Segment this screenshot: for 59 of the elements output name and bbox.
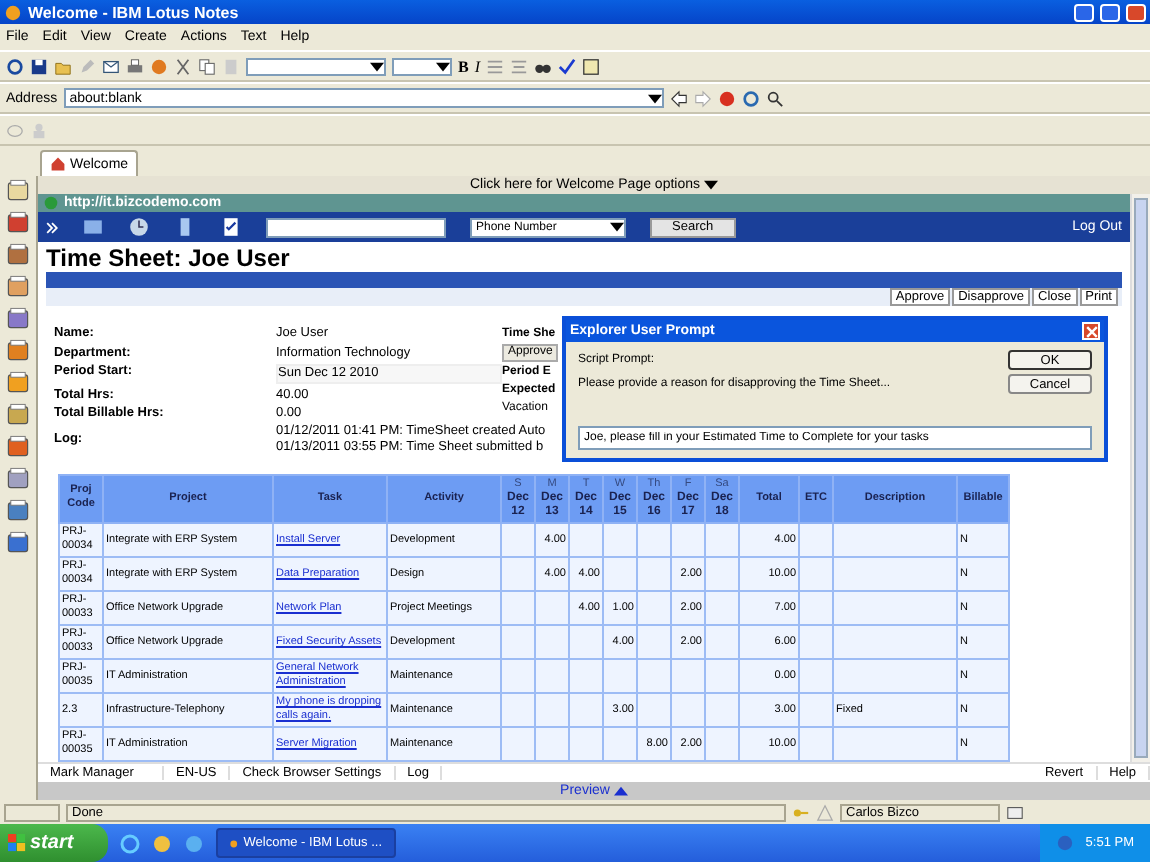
caret-icon [610, 222, 624, 233]
caret-icon [647, 93, 662, 103]
notebook-icon[interactable] [6, 306, 30, 330]
notebook-icon[interactable] [6, 210, 30, 234]
notebook-icon[interactable] [6, 338, 30, 362]
copy-icon[interactable] [198, 57, 216, 75]
back-arrow-icon[interactable] [669, 89, 688, 107]
printer-icon[interactable] [126, 57, 144, 75]
caret-icon [370, 61, 384, 71]
browser-icon[interactable] [120, 833, 140, 853]
table-cell [833, 556, 957, 591]
window-icon[interactable] [582, 57, 601, 75]
notebook-icon[interactable] [6, 178, 30, 202]
minimize-button[interactable] [1074, 3, 1094, 21]
caret-icon [436, 61, 450, 71]
stop-icon[interactable] [717, 89, 736, 107]
refresh-icon[interactable] [741, 89, 760, 107]
search-icon[interactable] [765, 89, 784, 107]
app-logo-icon [4, 3, 22, 21]
status-cell [4, 803, 60, 821]
notebook-icon[interactable] [6, 466, 30, 490]
refresh-icon[interactable] [6, 57, 24, 75]
notebook-icon[interactable] [6, 530, 30, 554]
restore-button[interactable] [1100, 3, 1120, 21]
app-logo-icon [230, 835, 238, 851]
save-icon[interactable] [30, 57, 48, 75]
check-icon[interactable] [558, 57, 577, 75]
notebook-icon[interactable] [6, 434, 30, 458]
size-dropdown[interactable] [392, 57, 452, 75]
scrollbar[interactable] [1130, 194, 1150, 762]
table-cell [833, 624, 957, 659]
italic-button[interactable]: I [474, 57, 481, 75]
search-field[interactable] [266, 217, 446, 238]
checklist-icon[interactable] [220, 216, 242, 239]
scissors-icon[interactable] [174, 57, 192, 75]
inbox-icon[interactable] [1006, 803, 1024, 821]
notebook-icon[interactable] [6, 370, 30, 394]
folder-icon[interactable] [54, 57, 72, 75]
page-title: Time Sheet: Joe User [44, 242, 292, 273]
close-button[interactable] [1082, 322, 1100, 340]
windows-logo-icon [8, 834, 26, 852]
table-cell [833, 658, 957, 693]
notebook-icon[interactable] [6, 498, 30, 522]
notebook-icon[interactable] [6, 242, 30, 266]
table-cell [833, 726, 957, 761]
font-dropdown[interactable] [246, 57, 386, 75]
notebook-icon[interactable] [6, 274, 30, 298]
close-button[interactable] [1126, 3, 1146, 21]
expand-icon[interactable] [46, 221, 58, 234]
bold-button[interactable]: B [458, 57, 469, 75]
table-cell [833, 590, 957, 625]
window-title: Welcome - IBM Lotus Notes [28, 3, 241, 21]
caret-icon [613, 786, 628, 796]
house-icon [50, 156, 66, 172]
caret-icon [704, 180, 719, 190]
table-cell [833, 522, 957, 557]
notebook-icon[interactable] [6, 402, 30, 426]
mail-icon[interactable] [102, 57, 120, 75]
clock-icon[interactable] [128, 216, 150, 239]
